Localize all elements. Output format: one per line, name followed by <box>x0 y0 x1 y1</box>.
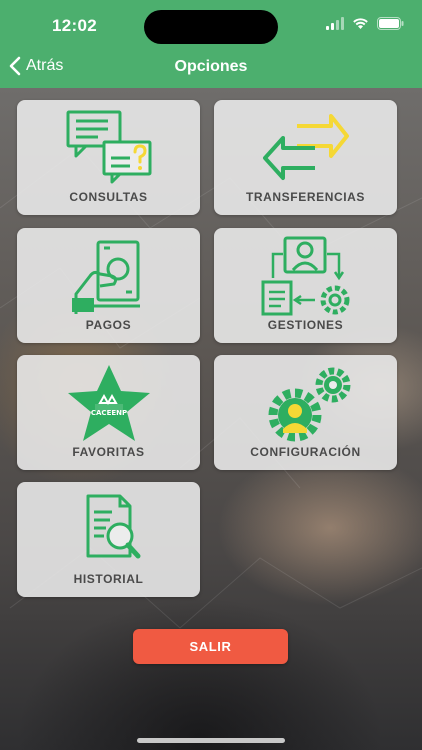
signal-bars-icon <box>326 17 344 30</box>
status-icons <box>326 17 404 30</box>
tile-historial[interactable]: HISTORIAL <box>17 482 200 597</box>
exit-button[interactable]: SALIR <box>133 629 288 664</box>
dynamic-island <box>144 10 278 44</box>
wifi-icon <box>353 18 368 29</box>
status-time: 12:02 <box>52 16 97 35</box>
tile-label: PAGOS <box>85 318 132 332</box>
status-bar: 12:02 <box>0 0 422 48</box>
tile-label: GESTIONES <box>267 318 344 332</box>
tile-transferencias[interactable]: TRANSFERENCIAS <box>214 100 397 215</box>
chat-question-icon <box>66 110 151 184</box>
tile-label: CONSULTAS <box>69 190 148 204</box>
page-title: Opciones <box>174 58 248 75</box>
tile-label: FAVORITAS <box>72 445 145 459</box>
tile-label: CONFIGURACIÓN <box>250 445 361 459</box>
transfer-arrows-icon <box>262 114 349 180</box>
star-logo-icon: CACEENP <box>67 365 150 441</box>
battery-icon <box>377 17 404 30</box>
document-search-icon <box>86 494 140 559</box>
tile-consultas[interactable]: CONSULTAS <box>17 100 200 215</box>
tile-label: TRANSFERENCIAS <box>245 190 366 204</box>
navigation-bar: Atrás Opciones <box>0 48 422 88</box>
tile-pagos[interactable]: PAGOS <box>17 228 200 343</box>
gears-person-icon <box>268 367 350 442</box>
hand-money-icon <box>71 240 140 314</box>
tile-configuracion[interactable]: CONFIGURACIÓN <box>214 355 397 470</box>
caceenp-badge-text: CACEENP <box>90 409 126 417</box>
home-indicator <box>137 738 285 743</box>
tile-gestiones[interactable]: GESTIONES <box>214 228 397 343</box>
workflow-person-gear-icon <box>261 236 349 316</box>
tile-favoritas[interactable]: CACEENP FAVORITAS <box>17 355 200 470</box>
tile-label: HISTORIAL <box>73 572 144 586</box>
